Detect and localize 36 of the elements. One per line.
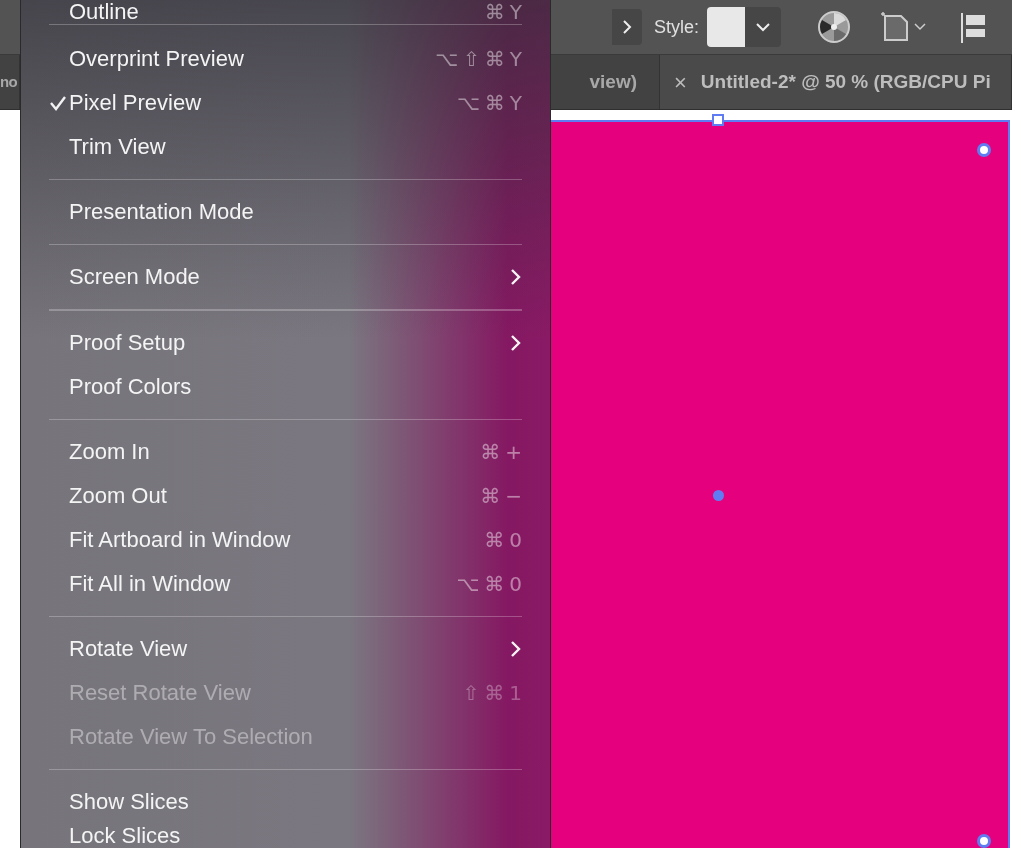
menu-item[interactable]: Proof Colors (69, 374, 192, 399)
menu-item[interactable]: Pixel Preview (69, 91, 202, 116)
menu-item[interactable]: Proof Setup (69, 330, 186, 355)
menu-item[interactable]: Rotate View (69, 636, 188, 661)
shortcut-label: ⌥⌘Y (456, 91, 527, 116)
color-wheel-icon[interactable] (817, 10, 852, 44)
shortcut-label: ⌥⌘0 (456, 571, 527, 596)
menu-item[interactable]: Outline (69, 0, 139, 24)
style-dropdown[interactable] (707, 7, 782, 47)
document-tab[interactable]: × Untitled-2* @ 50 % (RGB/CPU Pi (660, 55, 1012, 109)
menu-item[interactable]: Fit All in Window (69, 571, 231, 596)
style-label: Style: (654, 15, 700, 39)
shortcut-label: ⌘+ (480, 439, 527, 464)
chevron-button[interactable] (612, 9, 642, 45)
menu-item[interactable]: Fit Artboard in Window (69, 527, 291, 552)
shortcut-label: ⌘− (480, 483, 527, 508)
chevron-down-icon (756, 22, 771, 32)
chevron-right-icon (622, 20, 632, 34)
shortcut-label: ⇧⌘1 (462, 680, 527, 705)
document-tab[interactable]: no (0, 55, 20, 109)
shortcut-label: ⌘Y (484, 0, 527, 24)
shortcut-label: ⌥⇧⌘Y (434, 47, 527, 72)
menu-item[interactable]: Trim View (69, 135, 166, 160)
close-icon[interactable]: × (674, 65, 687, 99)
menu-item[interactable]: Lock Slices (69, 824, 181, 848)
selection-handle[interactable] (712, 114, 724, 126)
menu-item[interactable]: Show Slices (69, 790, 189, 814)
menu-item[interactable]: Screen Mode (69, 265, 200, 290)
menu-item[interactable]: Zoom In (69, 439, 150, 464)
shortcut-label: ⌘0 (484, 527, 527, 552)
center-point (713, 490, 724, 501)
style-swatch (707, 7, 746, 47)
menu-item[interactable]: Overprint Preview (69, 47, 244, 72)
menu-item[interactable]: Presentation Mode (69, 200, 254, 225)
menu-item[interactable]: Zoom Out (69, 483, 167, 508)
tab-title: Untitled-2* @ 50 % (RGB/CPU Pi (700, 69, 991, 94)
